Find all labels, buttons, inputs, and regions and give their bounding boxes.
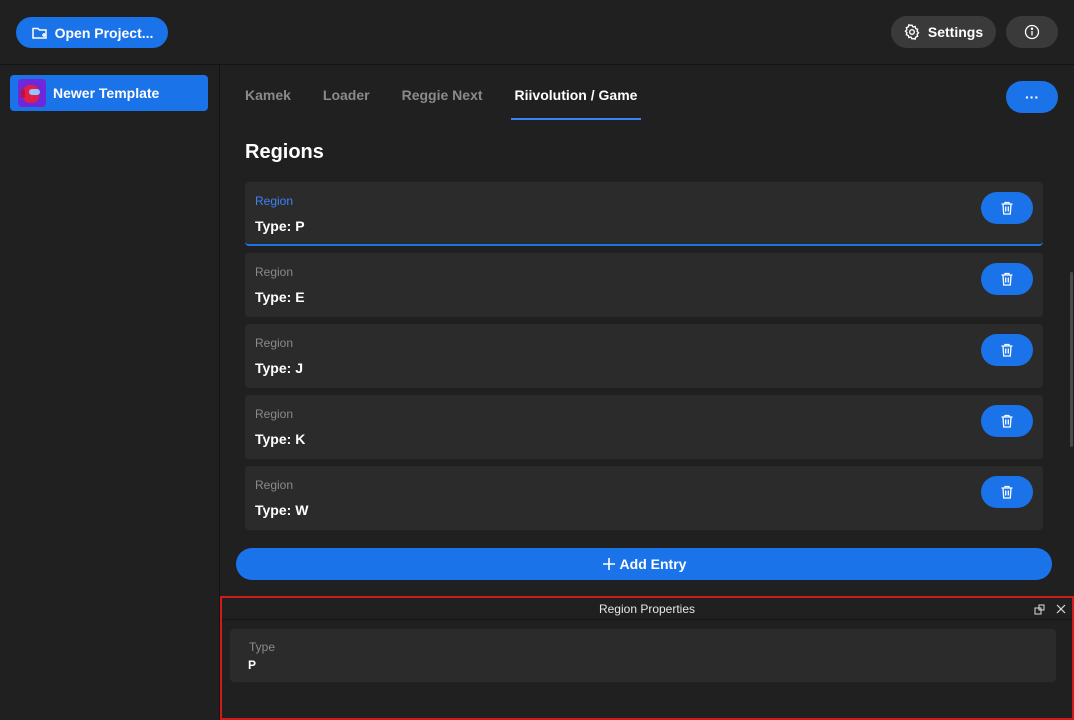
type-field-label: Type xyxy=(249,640,276,654)
tab-riivolution-game[interactable]: Riivolution / Game xyxy=(510,81,642,120)
trash-icon xyxy=(999,200,1015,216)
open-project-button[interactable]: Open Project... xyxy=(16,17,168,48)
close-icon[interactable] xyxy=(1054,602,1068,616)
add-entry-button[interactable]: Add Entry xyxy=(236,548,1052,580)
settings-label: Settings xyxy=(927,24,984,40)
list-item[interactable]: Region Type: E xyxy=(245,253,1043,317)
entry-value: Type: P xyxy=(255,218,305,234)
tab-kamek[interactable]: Kamek xyxy=(245,81,291,117)
delete-button[interactable] xyxy=(981,405,1033,437)
panel-title: Region Properties xyxy=(598,602,696,616)
sidebar: Newer Template xyxy=(0,65,220,720)
tab-bar: Kamek Loader Reggie Next Riivolution / G… xyxy=(245,81,669,120)
list-item[interactable]: Region Type: W xyxy=(245,466,1043,530)
undock-icon[interactable] xyxy=(1032,602,1046,616)
entry-value: Type: J xyxy=(255,360,303,376)
main-panel: Kamek Loader Reggie Next Riivolution / G… xyxy=(221,65,1074,596)
entry-label: Region xyxy=(255,265,294,279)
delete-button[interactable] xyxy=(981,476,1033,508)
top-bar: Open Project... Settings xyxy=(0,0,1074,65)
info-icon xyxy=(1024,24,1040,40)
trash-icon xyxy=(999,413,1015,429)
list-item[interactable]: Region Type: J xyxy=(245,324,1043,388)
tab-reggie-next[interactable]: Reggie Next xyxy=(402,81,483,117)
scrollbar[interactable] xyxy=(1070,272,1073,447)
sidebar-item-newer-template[interactable]: Newer Template xyxy=(10,75,208,111)
type-field-value: P xyxy=(248,658,257,672)
more-options-button[interactable]: ··· xyxy=(1006,81,1058,113)
open-project-label: Open Project... xyxy=(54,24,154,41)
list-item[interactable]: Region Type: P xyxy=(245,182,1043,246)
entry-label: Region xyxy=(255,478,294,492)
delete-button[interactable] xyxy=(981,334,1033,366)
trash-icon xyxy=(999,484,1015,500)
plus-icon xyxy=(602,557,616,571)
add-entry-label: Add Entry xyxy=(619,556,687,572)
trash-icon xyxy=(999,271,1015,287)
region-properties-panel: Region Properties Type P xyxy=(220,596,1074,720)
gear-icon xyxy=(904,24,920,40)
entry-value: Type: W xyxy=(255,502,309,518)
list-item[interactable]: Region Type: K xyxy=(245,395,1043,459)
section-title: Regions xyxy=(245,141,324,163)
entry-label: Region xyxy=(255,407,294,421)
info-button[interactable] xyxy=(1006,16,1058,48)
panel-header: Region Properties xyxy=(222,598,1072,620)
type-field[interactable]: Type P xyxy=(230,629,1056,682)
tab-loader[interactable]: Loader xyxy=(323,81,370,117)
entry-label: Region xyxy=(255,336,294,350)
delete-button[interactable] xyxy=(981,192,1033,224)
folder-add-icon xyxy=(31,24,49,42)
project-avatar xyxy=(18,79,46,107)
entry-label: Region xyxy=(255,194,294,208)
settings-button[interactable]: Settings xyxy=(891,16,996,48)
more-icon: ··· xyxy=(1025,89,1039,105)
entry-value: Type: E xyxy=(255,289,305,305)
trash-icon xyxy=(999,342,1015,358)
entry-value: Type: K xyxy=(255,431,306,447)
sidebar-item-label: Newer Template xyxy=(53,85,160,101)
delete-button[interactable] xyxy=(981,263,1033,295)
